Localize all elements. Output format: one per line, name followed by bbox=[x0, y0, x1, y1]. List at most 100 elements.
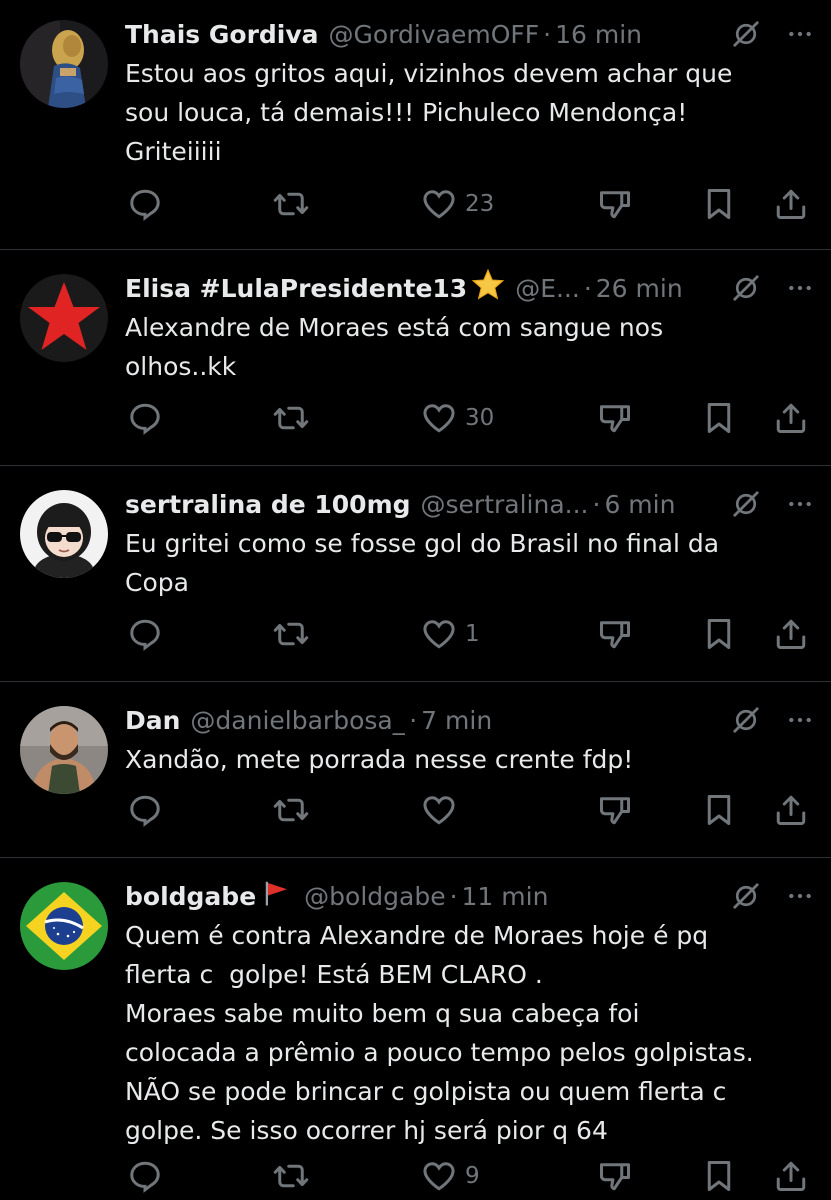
grok-icon[interactable] bbox=[731, 273, 761, 303]
like-button[interactable]: 30 bbox=[421, 398, 494, 438]
tweet-2[interactable]: Elisa #LulaPresidente13 @E... · 26 min A… bbox=[0, 250, 831, 466]
bookmark-button[interactable] bbox=[701, 184, 737, 224]
share-icon bbox=[773, 1158, 809, 1194]
brazil-flag-icon bbox=[20, 882, 108, 970]
bookmark-button[interactable] bbox=[701, 398, 737, 438]
more-options-icon[interactable] bbox=[787, 275, 813, 301]
dislike-button[interactable] bbox=[597, 184, 633, 224]
reply-button[interactable] bbox=[127, 184, 163, 224]
dislike-button[interactable] bbox=[597, 1156, 633, 1196]
tweet-5[interactable]: boldgabe @boldgabe · 11 min Quem é contr… bbox=[0, 858, 831, 1200]
heart-icon bbox=[421, 1158, 457, 1194]
thumbs-down-icon bbox=[597, 1158, 633, 1194]
repost-icon bbox=[273, 792, 309, 828]
like-button[interactable]: 9 bbox=[421, 1156, 480, 1196]
more-options-icon[interactable] bbox=[787, 707, 813, 733]
user-handle[interactable]: @E... bbox=[515, 274, 580, 303]
like-count: 1 bbox=[465, 621, 480, 647]
tweet-actions bbox=[125, 790, 815, 830]
thumbs-down-icon bbox=[597, 186, 633, 222]
post-time[interactable]: 26 min bbox=[596, 274, 683, 303]
tweet-text: Estou aos gritos aqui, vizinhos devem ac… bbox=[125, 59, 733, 166]
red-flag-emoji-icon bbox=[260, 878, 294, 914]
avatar-boldgabe[interactable] bbox=[20, 882, 108, 970]
share-button[interactable] bbox=[773, 1156, 809, 1196]
avatar-dan[interactable] bbox=[20, 706, 108, 794]
tweet-4[interactable]: Dan @danielbarbosa_ · 7 min Xandão, mete… bbox=[0, 682, 831, 858]
repost-button[interactable] bbox=[273, 790, 309, 830]
reply-button[interactable] bbox=[127, 1156, 163, 1196]
separator-dot: · bbox=[583, 273, 592, 303]
tweet-actions: 9 bbox=[125, 1156, 815, 1196]
avatar-photo-woman-icon bbox=[20, 20, 108, 108]
separator-dot: · bbox=[543, 19, 552, 49]
reply-icon bbox=[127, 1158, 163, 1194]
avatar-thais-gordiva[interactable] bbox=[20, 20, 108, 108]
reply-button[interactable] bbox=[127, 398, 163, 438]
grok-icon[interactable] bbox=[731, 19, 761, 49]
heart-icon bbox=[421, 186, 457, 222]
separator-dot: · bbox=[592, 489, 601, 519]
share-button[interactable] bbox=[773, 790, 809, 830]
repost-button[interactable] bbox=[273, 184, 309, 224]
share-button[interactable] bbox=[773, 398, 809, 438]
cartoon-girl-sunglasses-icon bbox=[20, 490, 108, 578]
post-time[interactable]: 16 min bbox=[555, 20, 642, 49]
bookmark-button[interactable] bbox=[701, 1156, 737, 1196]
post-time[interactable]: 6 min bbox=[604, 490, 675, 519]
bookmark-icon bbox=[701, 1158, 737, 1194]
avatar-sertralina[interactable] bbox=[20, 490, 108, 578]
display-name[interactable]: Dan bbox=[125, 706, 180, 735]
more-options-icon[interactable] bbox=[787, 491, 813, 517]
user-handle[interactable]: @danielbarbosa_ bbox=[190, 706, 405, 735]
display-name[interactable]: boldgabe bbox=[125, 882, 256, 911]
tweet-actions: 23 bbox=[125, 184, 815, 224]
reply-icon bbox=[127, 792, 163, 828]
post-time[interactable]: 7 min bbox=[421, 706, 492, 735]
reply-icon bbox=[127, 616, 163, 652]
dislike-button[interactable] bbox=[597, 398, 633, 438]
repost-icon bbox=[273, 616, 309, 652]
display-name[interactable]: Elisa #LulaPresidente13 bbox=[125, 274, 467, 303]
reply-button[interactable] bbox=[127, 614, 163, 654]
like-button[interactable] bbox=[421, 790, 465, 830]
share-icon bbox=[773, 186, 809, 222]
display-name[interactable]: Thais Gordiva bbox=[125, 20, 319, 49]
share-icon bbox=[773, 616, 809, 652]
repost-button[interactable] bbox=[273, 614, 309, 654]
grok-icon[interactable] bbox=[731, 881, 761, 911]
tweet-text: Quem é contra Alexandre de Moraes hoje é… bbox=[125, 921, 754, 1145]
tweet-actions: 1 bbox=[125, 614, 815, 654]
share-button[interactable] bbox=[773, 614, 809, 654]
repost-button[interactable] bbox=[273, 398, 309, 438]
more-options-icon[interactable] bbox=[787, 21, 813, 47]
reply-button[interactable] bbox=[127, 790, 163, 830]
like-button[interactable]: 23 bbox=[421, 184, 494, 224]
reply-icon bbox=[127, 186, 163, 222]
more-options-icon[interactable] bbox=[787, 883, 813, 909]
grok-icon[interactable] bbox=[731, 705, 761, 735]
dislike-button[interactable] bbox=[597, 790, 633, 830]
avatar-elisa[interactable] bbox=[20, 274, 108, 362]
tweet-text: Alexandre de Moraes está com sangue nos … bbox=[125, 313, 664, 381]
tweet-text: Eu gritei como se fosse gol do Brasil no… bbox=[125, 529, 720, 597]
repost-icon bbox=[273, 186, 309, 222]
user-handle[interactable]: @GordivaemOFF bbox=[329, 20, 540, 49]
star-emoji-icon bbox=[471, 268, 505, 308]
user-handle[interactable]: @sertralina... bbox=[421, 490, 589, 519]
grok-icon[interactable] bbox=[731, 489, 761, 519]
tweet-text: Xandão, mete porrada nesse crente fdp! bbox=[125, 745, 634, 774]
tweet-3[interactable]: sertralina de 100mg @sertralina... · 6 m… bbox=[0, 466, 831, 682]
display-name[interactable]: sertralina de 100mg bbox=[125, 490, 411, 519]
post-time[interactable]: 11 min bbox=[462, 882, 549, 911]
share-button[interactable] bbox=[773, 184, 809, 224]
like-button[interactable]: 1 bbox=[421, 614, 480, 654]
tweet-1[interactable]: Thais Gordiva @GordivaemOFF · 16 min Est… bbox=[0, 0, 831, 250]
bookmark-button[interactable] bbox=[701, 790, 737, 830]
bookmark-icon bbox=[701, 400, 737, 436]
user-handle[interactable]: @boldgabe bbox=[304, 882, 445, 911]
dislike-button[interactable] bbox=[597, 614, 633, 654]
repost-icon bbox=[273, 1158, 309, 1194]
repost-button[interactable] bbox=[273, 1156, 309, 1196]
bookmark-button[interactable] bbox=[701, 614, 737, 654]
